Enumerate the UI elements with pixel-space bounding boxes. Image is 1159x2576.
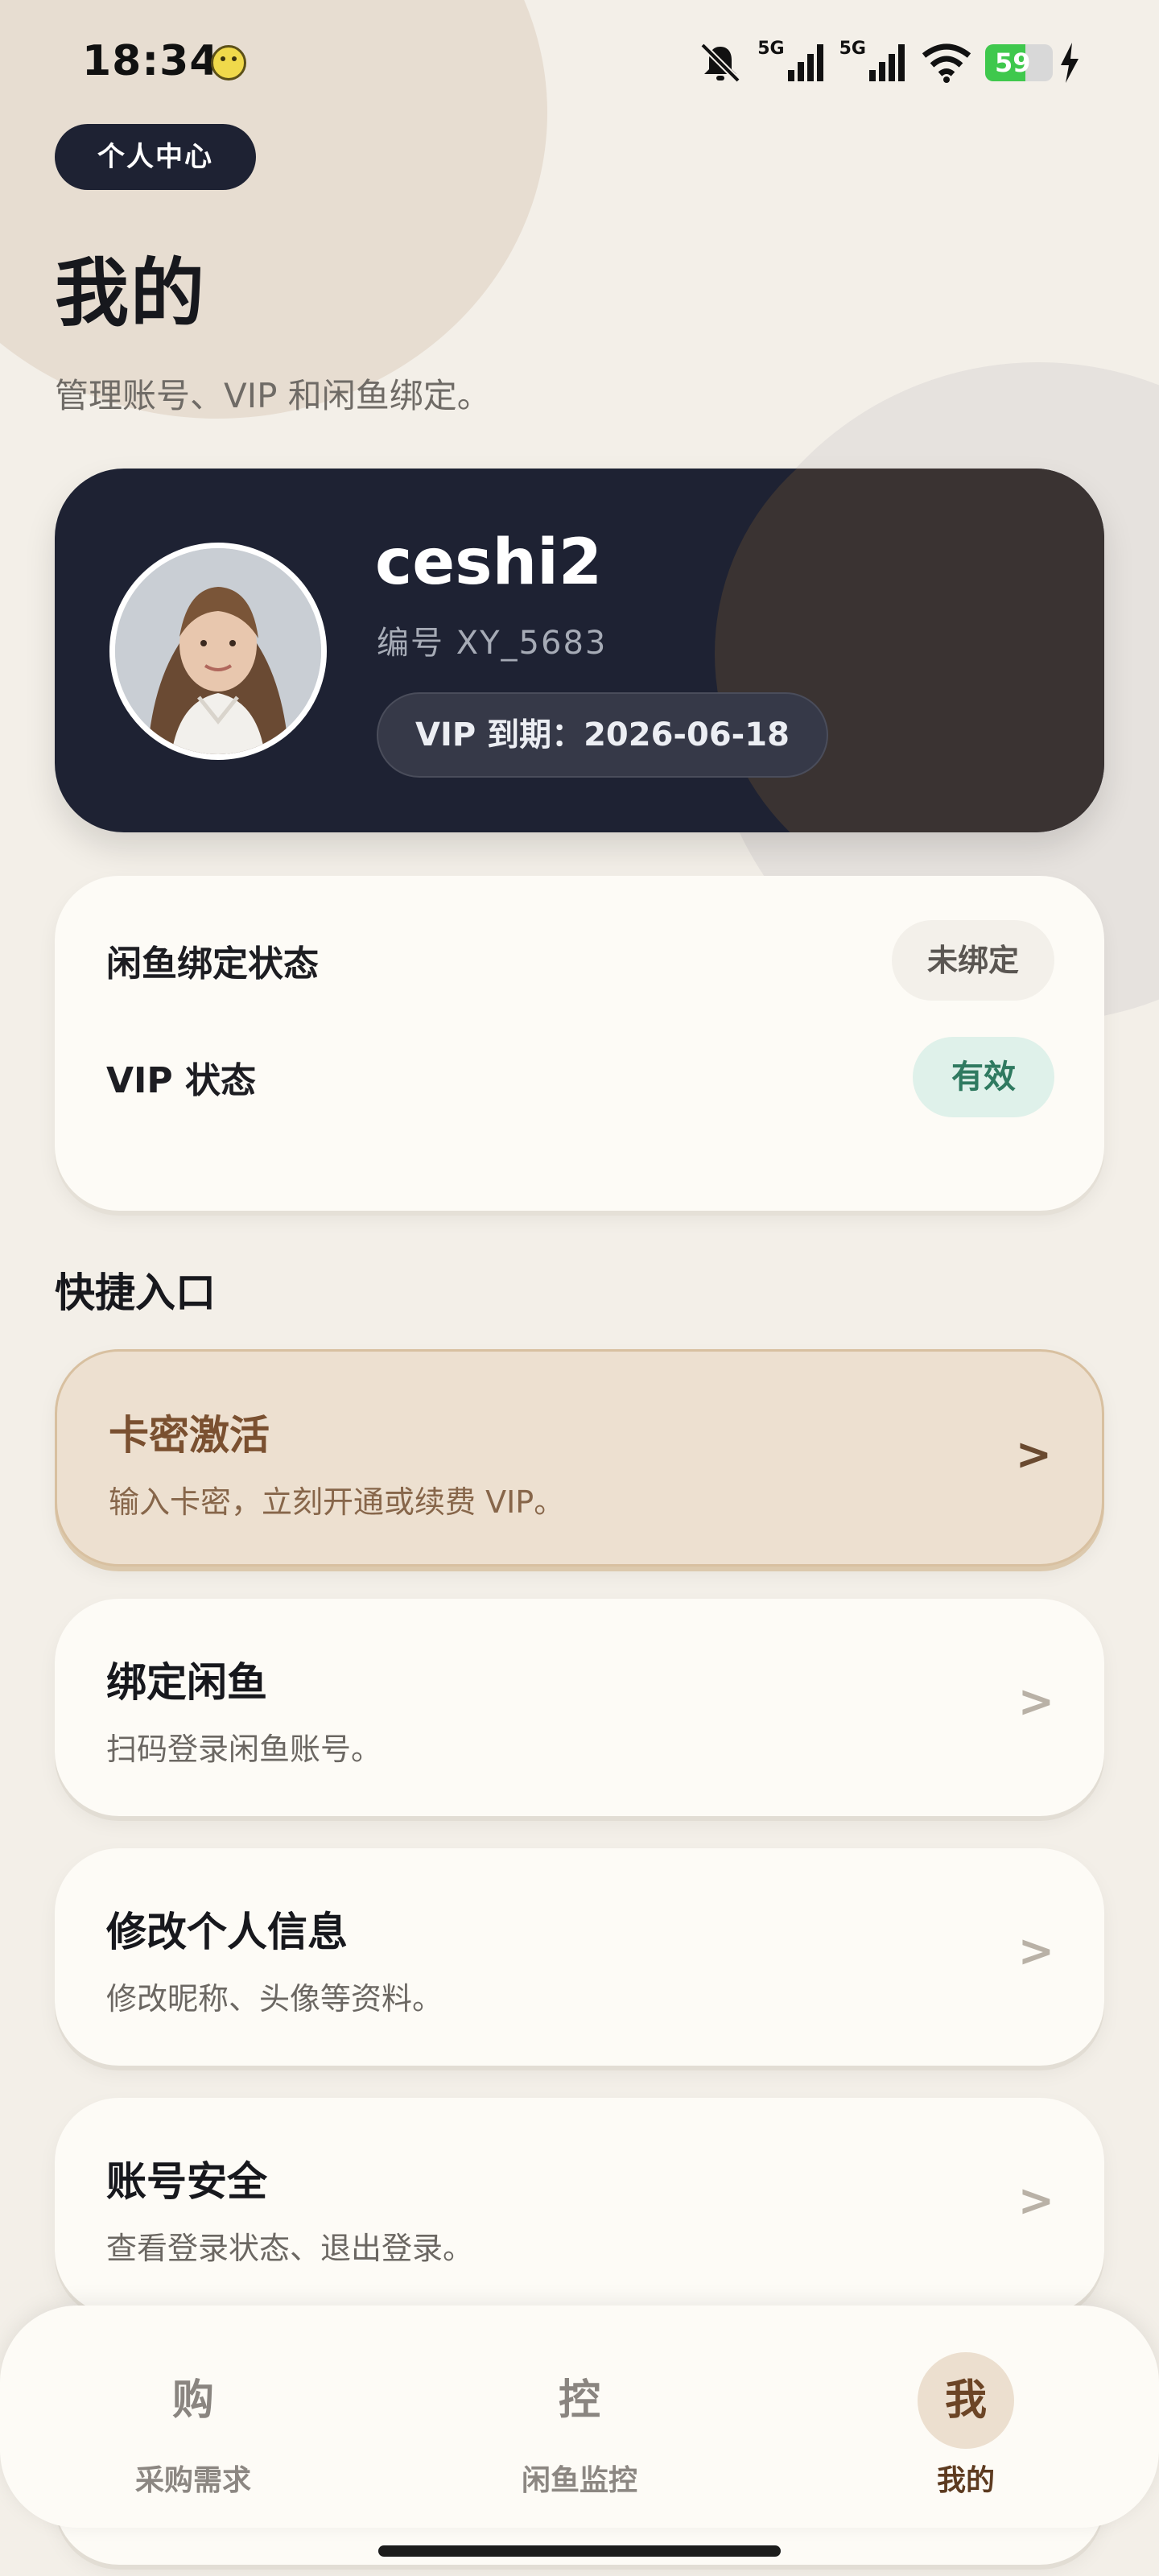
nav-tab-mine[interactable]: 我 我的 bbox=[845, 2306, 1087, 2528]
charging-icon bbox=[1061, 43, 1079, 83]
account-security-entry[interactable]: 账号安全 查看登录状态、退出登录。 > bbox=[55, 2098, 1104, 2315]
status-card: 闲鱼绑定状态 未绑定 VIP 状态 有效 bbox=[55, 876, 1104, 1211]
profile-card-decor bbox=[715, 469, 1104, 832]
signal-icon bbox=[787, 44, 823, 81]
mute-bell-icon bbox=[700, 43, 741, 83]
entry-description: 查看登录状态、退出登录。 bbox=[106, 2231, 474, 2266]
bind-status-badge: 未绑定 bbox=[891, 920, 1054, 1001]
notification-emoji-icon bbox=[211, 45, 246, 80]
avatar[interactable] bbox=[109, 543, 327, 760]
vip-status-label: VIP 状态 bbox=[106, 1060, 256, 1101]
vip-status-badge: 有效 bbox=[913, 1037, 1054, 1117]
bind-xianyu-entry[interactable]: 绑定闲鱼 扫码登录闲鱼账号。 > bbox=[55, 1599, 1104, 1816]
card-activation-entry[interactable]: 卡密激活 输入卡密，立刻开通或续费 VIP。 > bbox=[55, 1349, 1104, 1567]
vip-status-row: VIP 状态 有效 bbox=[106, 1037, 1054, 1117]
battery-percentage: 59 bbox=[995, 47, 1031, 78]
chevron-right-icon: > bbox=[1017, 2175, 1054, 2226]
quick-entry-title: 快捷入口 bbox=[55, 1269, 216, 1316]
entry-title: 修改个人信息 bbox=[106, 1909, 348, 1955]
battery-icon: 59 bbox=[985, 44, 1053, 81]
entry-title: 账号安全 bbox=[106, 2158, 267, 2205]
profile-name: ceshi2 bbox=[375, 526, 603, 599]
nav-tab-purchase[interactable]: 购 采购需求 bbox=[72, 2306, 314, 2528]
entry-description: 输入卡密，立刻开通或续费 VIP。 bbox=[109, 1484, 565, 1520]
profile-id: 编号 XY_5683 bbox=[377, 625, 608, 662]
network-type-1: 5G bbox=[757, 38, 785, 59]
bind-status-label: 闲鱼绑定状态 bbox=[106, 943, 319, 985]
mine-icon: 我 bbox=[918, 2352, 1014, 2449]
profile-card[interactable]: ceshi2 编号 XY_5683 VIP 到期：2026-06-18 bbox=[55, 469, 1104, 832]
chevron-right-icon: > bbox=[1017, 1926, 1054, 1976]
status-icons: 5G 5G 59 bbox=[696, 39, 1082, 87]
monitor-icon: 控 bbox=[558, 2376, 600, 2425]
nav-tab-monitor[interactable]: 控 闲鱼监控 bbox=[459, 2306, 700, 2528]
status-bar: 18:34 5G 5G 59 bbox=[0, 0, 1159, 129]
nav-label: 采购需求 bbox=[134, 2464, 251, 2497]
bottom-nav: 购 采购需求 控 闲鱼监控 我 我的 bbox=[0, 2306, 1159, 2528]
entry-title: 绑定闲鱼 bbox=[106, 1659, 267, 1706]
signal-icon bbox=[869, 44, 905, 81]
entry-description: 修改昵称、头像等资料。 bbox=[106, 1981, 443, 2017]
entry-title: 卡密激活 bbox=[109, 1412, 270, 1459]
purchase-icon: 购 bbox=[171, 2376, 214, 2425]
section-badge: 个人中心 bbox=[55, 124, 256, 190]
status-time: 18:34 bbox=[82, 37, 220, 85]
page-subtitle: 管理账号、VIP 和闲鱼绑定。 bbox=[55, 376, 491, 415]
wifi-icon bbox=[922, 43, 971, 83]
nav-label: 我的 bbox=[936, 2464, 995, 2497]
vip-expiry-badge: VIP 到期：2026-06-18 bbox=[377, 692, 828, 778]
edit-profile-entry[interactable]: 修改个人信息 修改昵称、头像等资料。 > bbox=[55, 1848, 1104, 2066]
entry-description: 扫码登录闲鱼账号。 bbox=[106, 1732, 382, 1767]
page: 18:34 5G 5G 59 个人中心 我的 管理账号、VIP 和闲鱼绑定。 c… bbox=[0, 0, 1159, 2576]
nav-label: 闲鱼监控 bbox=[521, 2464, 637, 2497]
home-indicator[interactable] bbox=[378, 2545, 781, 2557]
network-type-2: 5G bbox=[839, 38, 866, 59]
chevron-right-icon: > bbox=[1015, 1429, 1052, 1480]
chevron-right-icon: > bbox=[1017, 1676, 1054, 1727]
page-title: 我的 bbox=[55, 250, 207, 336]
bind-status-row: 闲鱼绑定状态 未绑定 bbox=[106, 920, 1054, 1001]
